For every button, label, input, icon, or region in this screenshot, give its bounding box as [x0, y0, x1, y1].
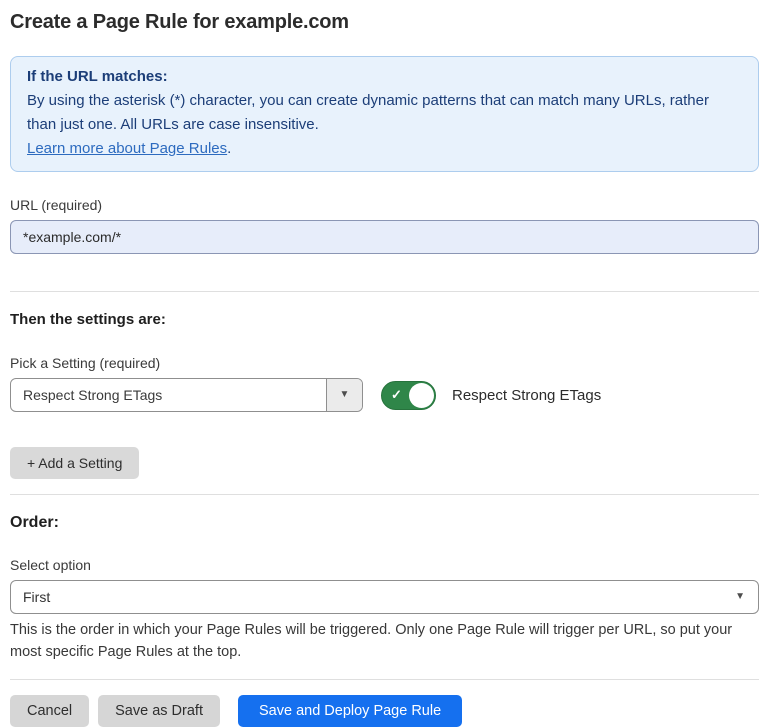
- order-section-heading: Order:: [10, 514, 759, 532]
- check-icon: ✓: [391, 387, 402, 403]
- toggle-knob: [409, 383, 434, 408]
- settings-section-heading: Then the settings are:: [10, 311, 759, 328]
- info-box-link-line: Learn more about Page Rules.: [27, 137, 742, 161]
- setting-toggle[interactable]: ✓: [381, 381, 436, 410]
- url-match-info-box: If the URL matches: By using the asteris…: [10, 56, 759, 172]
- link-suffix: .: [227, 140, 231, 157]
- order-select[interactable]: First ▼: [10, 580, 759, 614]
- url-input[interactable]: [10, 220, 759, 254]
- setting-select-value: Respect Strong ETags: [11, 379, 326, 411]
- create-page-rule-form: Create a Page Rule for example.com If th…: [0, 0, 769, 727]
- info-box-body: By using the asterisk (*) character, you…: [27, 89, 742, 137]
- toggle-label: Respect Strong ETags: [452, 387, 601, 404]
- footer-actions: Cancel Save as Draft Save and Deploy Pag…: [10, 695, 759, 727]
- chevron-down-icon: ▼: [340, 390, 350, 400]
- learn-more-link[interactable]: Learn more about Page Rules: [27, 140, 227, 157]
- url-field-label: URL (required): [10, 197, 759, 213]
- save-deploy-button[interactable]: Save and Deploy Page Rule: [238, 695, 462, 727]
- footer-divider: [10, 679, 759, 680]
- info-box-heading: If the URL matches:: [27, 65, 742, 89]
- save-draft-button[interactable]: Save as Draft: [98, 695, 220, 727]
- setting-row: Respect Strong ETags ▼ ✓ Respect Strong …: [10, 378, 759, 412]
- setting-picker-label: Pick a Setting (required): [10, 355, 759, 371]
- order-select-value: First: [11, 581, 758, 613]
- order-select-label: Select option: [10, 557, 759, 573]
- page-title: Create a Page Rule for example.com: [10, 11, 759, 34]
- section-divider: [10, 494, 759, 495]
- setting-select-arrow-button[interactable]: ▼: [326, 379, 362, 411]
- chevron-down-icon: ▼: [735, 592, 745, 602]
- order-help-text: This is the order in which your Page Rul…: [10, 619, 755, 663]
- add-setting-button[interactable]: + Add a Setting: [10, 447, 139, 479]
- setting-select[interactable]: Respect Strong ETags ▼: [10, 378, 363, 412]
- cancel-button[interactable]: Cancel: [10, 695, 89, 727]
- section-divider: [10, 291, 759, 292]
